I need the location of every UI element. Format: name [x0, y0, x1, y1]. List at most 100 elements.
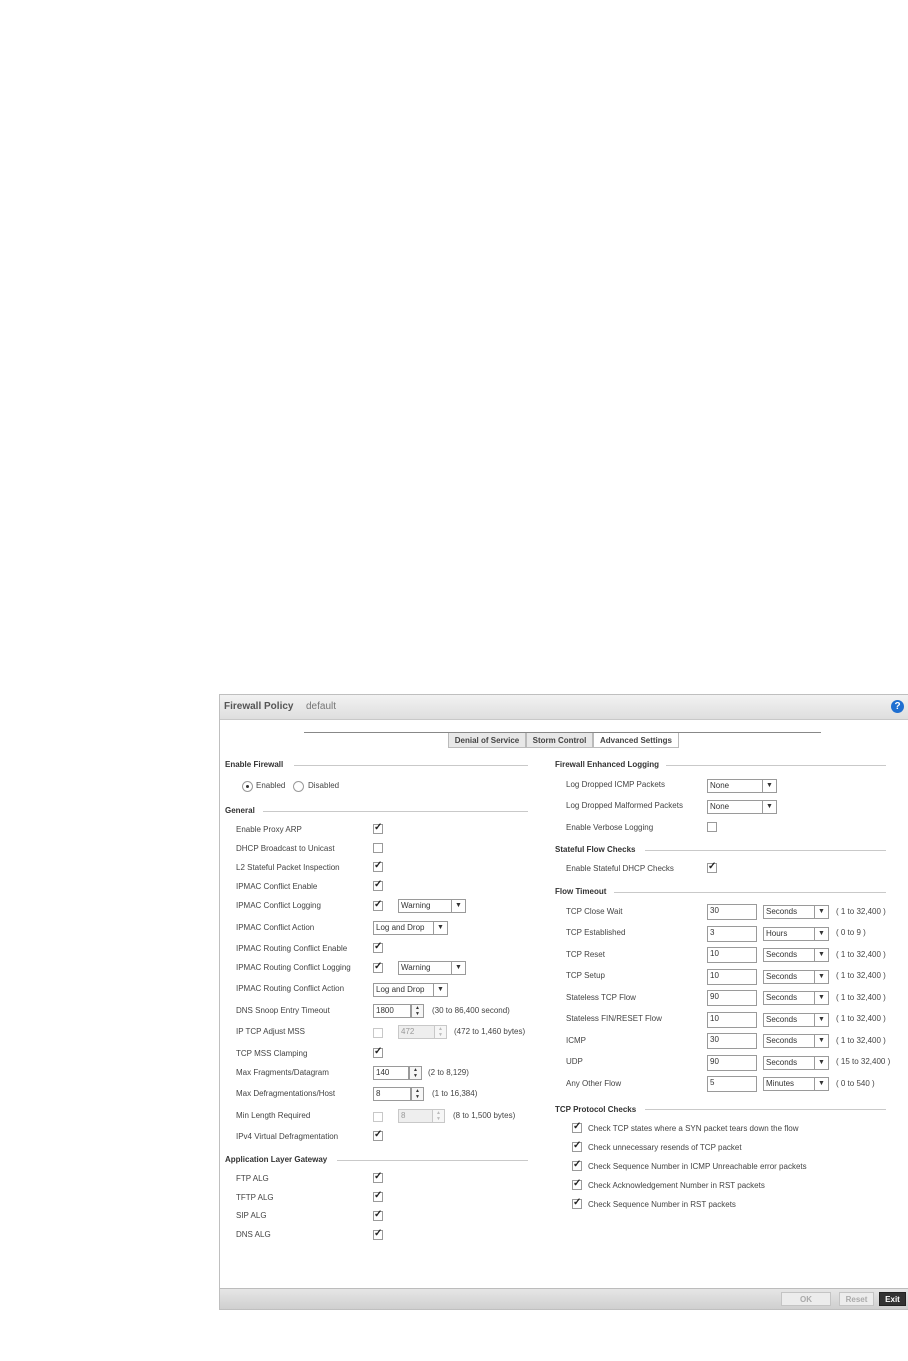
flow-value-tcp-setup[interactable]: 10 — [707, 969, 757, 985]
flow-value-any-other-flow[interactable]: 5 — [707, 1076, 757, 1092]
dns-alg-label: DNS ALG — [236, 1230, 271, 1239]
flow-label-tcp-close-wait: TCP Close Wait — [566, 907, 623, 916]
flow-unit-icmp[interactable]: Seconds ▼ — [763, 1034, 829, 1048]
tcp-check-ack-rst-label: Check Acknowledgement Number in RST pack… — [588, 1181, 765, 1190]
ip-tcp-adjust-mss-input[interactable]: 472 — [398, 1025, 435, 1039]
select-value: Warning — [401, 901, 431, 910]
disabled-radio[interactable] — [293, 781, 304, 792]
flow-unit-tcp-established[interactable]: Hours ▼ — [763, 927, 829, 941]
flow-value-stateless-fin-reset-flow[interactable]: 10 — [707, 1012, 757, 1028]
section-firewall-enhanced-logging: Firewall Enhanced Logging — [555, 760, 660, 769]
ipmac-routing-conflict-logging-checkbox[interactable] — [373, 961, 383, 973]
spin-down-icon: ▼ — [438, 1032, 443, 1038]
flow-unit-stateless-tcp-flow[interactable]: Seconds ▼ — [763, 991, 829, 1005]
reset-button[interactable]: Reset — [839, 1292, 874, 1306]
spin-down-icon: ▼ — [415, 1094, 420, 1100]
tcp-check-seq-icmp-unreachable-checkbox[interactable] — [572, 1159, 582, 1171]
dhcp-broadcast-unicast-checkbox[interactable] — [373, 843, 383, 853]
dns-alg-checkbox[interactable] — [373, 1228, 383, 1240]
dns-snoop-timeout-hint: (30 to 86,400 second) — [432, 1006, 510, 1015]
enabled-radio[interactable] — [242, 781, 253, 792]
stateful-dhcp-checks-checkbox[interactable] — [707, 861, 717, 873]
flow-range-stateless-fin-reset-flow: ( 1 to 32,400 ) — [836, 1014, 886, 1023]
flow-value-tcp-reset[interactable]: 10 — [707, 947, 757, 963]
chevron-down-icon: ▼ — [814, 1057, 828, 1069]
chevron-down-icon: ▼ — [433, 922, 447, 934]
tcp-check-seq-rst-checkbox[interactable] — [572, 1197, 582, 1209]
ipmac-routing-conflict-action-select[interactable]: Log and Drop ▼ — [373, 983, 448, 997]
flow-unit-tcp-reset[interactable]: Seconds ▼ — [763, 948, 829, 962]
tcp-check-ack-rst-checkbox[interactable] — [572, 1178, 582, 1190]
enable-proxy-arp-checkbox[interactable] — [373, 822, 383, 834]
ip-tcp-adjust-mss-label: IP TCP Adjust MSS — [236, 1027, 305, 1036]
ipmac-conflict-logging-checkbox[interactable] — [373, 899, 383, 911]
section-enable-firewall: Enable Firewall — [225, 760, 284, 769]
select-value: Warning — [401, 963, 431, 972]
l2-stateful-checkbox[interactable] — [373, 860, 383, 872]
select-value: Seconds — [766, 1015, 798, 1024]
title-bar: Firewall Policy default ? — [220, 695, 908, 720]
tab-storm-control[interactable]: Storm Control — [526, 733, 593, 748]
chevron-down-icon: ▼ — [762, 780, 776, 792]
flow-value-stateless-tcp-flow[interactable]: 90 — [707, 990, 757, 1006]
dns-snoop-timeout-label: DNS Snoop Entry Timeout — [236, 1006, 330, 1015]
chevron-down-icon: ▼ — [451, 900, 465, 912]
ipv4-virtual-defrag-checkbox[interactable] — [373, 1129, 383, 1141]
select-value: None — [710, 781, 730, 790]
spin-down-icon: ▼ — [436, 1116, 441, 1122]
flow-value-tcp-established[interactable]: 3 — [707, 926, 757, 942]
ipmac-routing-conflict-logging-level-select[interactable]: Warning ▼ — [398, 961, 466, 975]
ip-tcp-adjust-mss-spinner[interactable]: ▲ ▼ — [434, 1025, 447, 1039]
dns-snoop-timeout-input[interactable]: 1800 — [373, 1004, 411, 1018]
ipmac-routing-conflict-enable-checkbox[interactable] — [373, 941, 383, 953]
ok-button[interactable]: OK — [781, 1292, 831, 1306]
flow-label-any-other-flow: Any Other Flow — [566, 1079, 622, 1088]
ip-tcp-adjust-mss-checkbox[interactable] — [373, 1028, 383, 1038]
select-value: Seconds — [766, 972, 798, 981]
chevron-down-icon: ▼ — [814, 971, 828, 983]
min-length-input[interactable]: 8 — [398, 1109, 433, 1123]
log-dropped-icmp-select[interactable]: None ▼ — [707, 779, 777, 793]
flow-value-tcp-close-wait[interactable]: 30 — [707, 904, 757, 920]
tcp-check-syn-teardown-checkbox[interactable] — [572, 1121, 582, 1133]
ipmac-conflict-action-select[interactable]: Log and Drop ▼ — [373, 921, 448, 935]
flow-unit-tcp-close-wait[interactable]: Seconds ▼ — [763, 905, 829, 919]
tcp-mss-clamping-checkbox[interactable] — [373, 1046, 383, 1058]
enable-proxy-arp-label: Enable Proxy ARP — [236, 825, 302, 834]
flow-value-udp[interactable]: 90 — [707, 1055, 757, 1071]
flow-range-tcp-setup: ( 1 to 32,400 ) — [836, 971, 886, 980]
tab-denial-of-service[interactable]: Denial of Service — [448, 733, 526, 748]
flow-unit-udp[interactable]: Seconds ▼ — [763, 1056, 829, 1070]
dns-snoop-timeout-spinner[interactable]: ▲ ▼ — [411, 1004, 424, 1018]
flow-value-icmp[interactable]: 30 — [707, 1033, 757, 1049]
flow-range-udp: ( 15 to 32,400 ) — [836, 1057, 891, 1066]
flow-label-icmp: ICMP — [566, 1036, 586, 1045]
flow-unit-stateless-fin-reset-flow[interactable]: Seconds ▼ — [763, 1013, 829, 1027]
ipmac-routing-conflict-logging-label: IPMAC Routing Conflict Logging — [236, 963, 351, 972]
max-fragments-spinner[interactable]: ▲ ▼ — [409, 1066, 422, 1080]
exit-button[interactable]: Exit — [879, 1292, 906, 1306]
min-length-spinner[interactable]: ▲ ▼ — [432, 1109, 445, 1123]
flow-unit-any-other-flow[interactable]: Minutes ▼ — [763, 1077, 829, 1091]
ipmac-conflict-logging-level-select[interactable]: Warning ▼ — [398, 899, 466, 913]
section-application-layer-gateway: Application Layer Gateway — [225, 1155, 328, 1164]
flow-unit-tcp-setup[interactable]: Seconds ▼ — [763, 970, 829, 984]
max-defrag-input[interactable]: 8 — [373, 1087, 411, 1101]
ftp-alg-checkbox[interactable] — [373, 1171, 383, 1183]
max-defrag-spinner[interactable]: ▲ ▼ — [411, 1087, 424, 1101]
ipv4-virtual-defrag-label: IPv4 Virtual Defragmentation — [236, 1132, 339, 1141]
ipmac-conflict-enable-checkbox[interactable] — [373, 879, 383, 891]
select-value: Minutes — [766, 1079, 795, 1088]
sip-alg-checkbox[interactable] — [373, 1209, 383, 1221]
min-length-checkbox[interactable] — [373, 1112, 383, 1122]
tab-advanced-settings[interactable]: Advanced Settings — [593, 733, 679, 748]
tcp-check-unnecessary-resends-checkbox[interactable] — [572, 1140, 582, 1152]
chevron-down-icon: ▼ — [814, 1035, 828, 1047]
divider — [263, 811, 528, 812]
log-dropped-malformed-select[interactable]: None ▼ — [707, 800, 777, 814]
select-value: Seconds — [766, 907, 798, 916]
help-icon[interactable]: ? — [891, 700, 904, 713]
tftp-alg-checkbox[interactable] — [373, 1190, 383, 1202]
max-fragments-input[interactable]: 140 — [373, 1066, 409, 1080]
enable-verbose-logging-checkbox[interactable] — [707, 822, 717, 832]
